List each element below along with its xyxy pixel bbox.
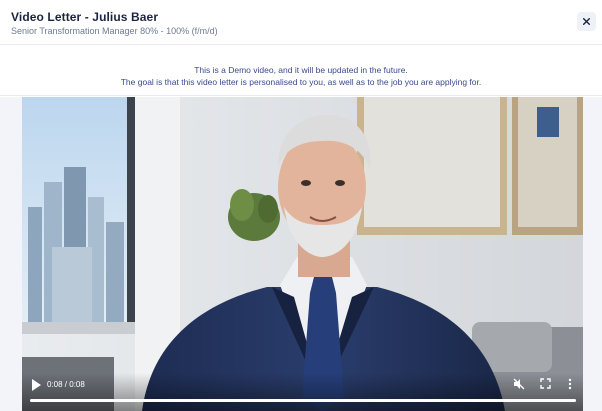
- close-icon: [583, 18, 590, 25]
- play-icon[interactable]: [30, 378, 42, 392]
- modal-title: Video Letter - Julius Baer: [11, 10, 159, 24]
- video-controls: 0:08 / 0:08: [22, 373, 583, 411]
- video-time: 0:08 / 0:08: [47, 380, 85, 389]
- demo-notice: This is a Demo video, and it will be upd…: [0, 46, 602, 96]
- more-vert-icon[interactable]: [567, 378, 573, 390]
- close-button[interactable]: [577, 12, 596, 31]
- video-progress-fill: [30, 399, 576, 402]
- job-subtitle: Senior Transformation Manager 80% - 100%…: [11, 26, 218, 36]
- notice-line-1: This is a Demo video, and it will be upd…: [194, 65, 408, 75]
- left-gutter: [0, 97, 22, 411]
- video-frame: [22, 97, 583, 411]
- fullscreen-icon[interactable]: [540, 378, 551, 389]
- modal-header: Video Letter - Julius Baer Senior Transf…: [0, 0, 602, 45]
- video-progress-bar[interactable]: [30, 399, 576, 402]
- muted-icon[interactable]: [513, 378, 525, 390]
- video-player[interactable]: 0:08 / 0:08: [22, 97, 583, 411]
- notice-line-2: The goal is that this video letter is pe…: [120, 77, 482, 87]
- video-letter-modal: Video Letter - Julius Baer Senior Transf…: [0, 0, 602, 411]
- right-gutter: [583, 97, 602, 411]
